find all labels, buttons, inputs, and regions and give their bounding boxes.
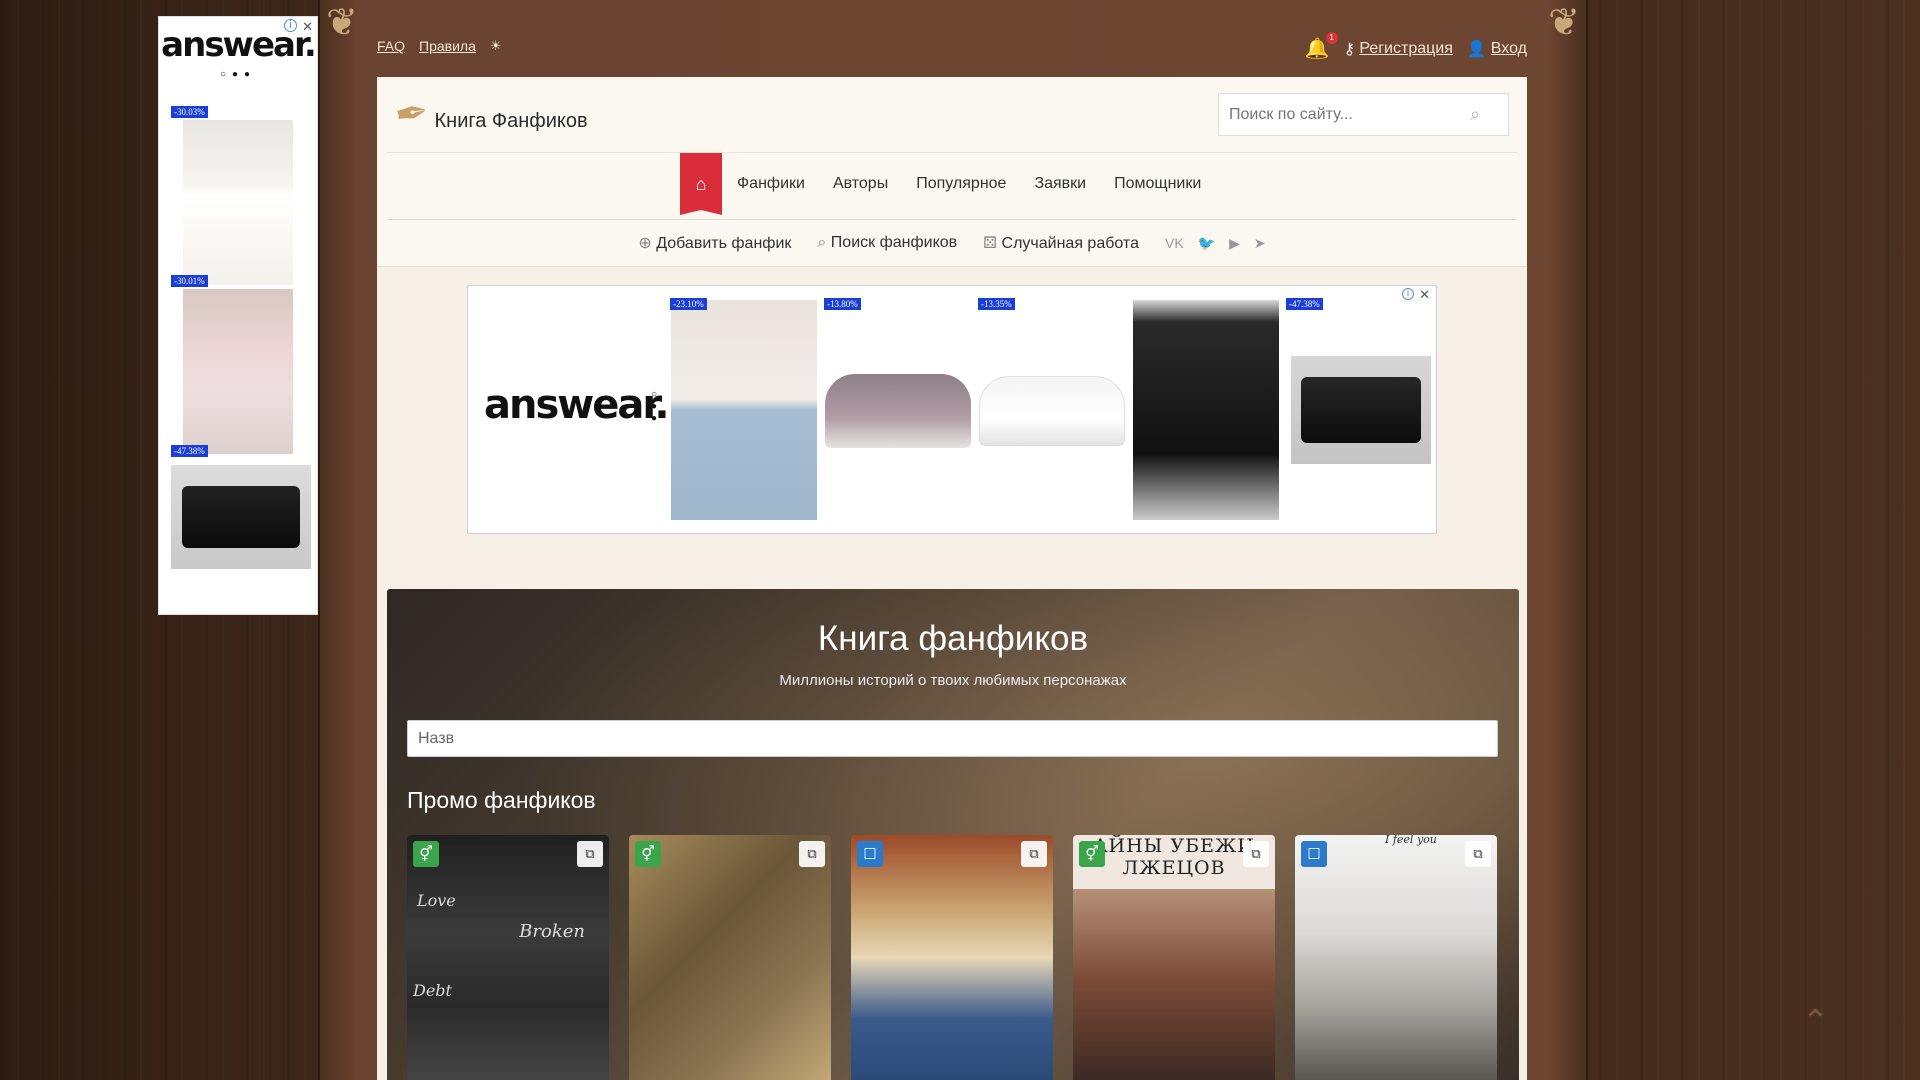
cover-text: Love: [417, 891, 456, 910]
copy-icon[interactable]: ⧉: [799, 841, 825, 867]
banner-ad[interactable]: i ✕ answear. ○ ● ● -23.10% -13.80% -13.35%…: [467, 285, 1437, 534]
side-ad-banner[interactable]: answear. ○●● i ✕ -30.03% -30.01% -47.38%: [158, 16, 318, 615]
ad-discount: -47.38%: [171, 445, 208, 457]
vk-icon[interactable]: VK: [1165, 235, 1184, 252]
cover-text: Broken: [519, 921, 585, 942]
top-bar: FAQ Правила ☀ 🔔 1 ⚷ Регистрация 👤 Вход: [377, 32, 1527, 61]
copy-icon[interactable]: ⧉: [1465, 841, 1491, 867]
add-fanfic-label: Добавить фанфик: [656, 235, 792, 252]
cover-text: Debt: [413, 981, 452, 1000]
ad-product-white-sneaker[interactable]: -13.35%: [978, 298, 1125, 520]
home-icon: ⌂: [695, 173, 707, 194]
content-area: ✒ Книга Фанфиков ⌕ ⌂ Фанфики Авторы Попу…: [377, 77, 1527, 1080]
home-button[interactable]: ⌂: [680, 153, 722, 215]
plus-circle-icon: ⊕: [638, 235, 652, 252]
nav-item-requests[interactable]: Заявки: [1034, 175, 1086, 193]
cover-text: I feel you: [1385, 835, 1437, 846]
site-logo[interactable]: ✒ Книга Фанфиков: [391, 89, 588, 138]
promo-cards: ⚥ ⧉ Love Broken Debt ⚥ ⧉ ☐ ⧉ АЙНЫ УБЕЖИ …: [407, 835, 1497, 1080]
direction-badge-icon: ☐: [857, 841, 883, 867]
site-search-input[interactable]: [1219, 105, 1464, 124]
quill-icon: ✒: [391, 89, 433, 139]
fandom-search-input[interactable]: [407, 720, 1498, 757]
social-links: VK 🐦 ▶ ➤: [1165, 235, 1266, 252]
random-work-link[interactable]: ⚄ Случайная работа: [983, 233, 1139, 253]
register-link[interactable]: Регистрация: [1359, 40, 1453, 58]
theme-toggle-icon[interactable]: ☀: [490, 38, 502, 54]
promo-card[interactable]: ⚥ ⧉ Love Broken Debt: [407, 835, 609, 1080]
ad-brand-logo: answear.: [484, 382, 670, 428]
login-link-wrap[interactable]: 👤 Вход: [1467, 39, 1527, 59]
ad-product-shirt[interactable]: -30.03%: [171, 102, 293, 285]
direction-badge-icon: ☐: [1301, 841, 1327, 867]
nav-item-popular[interactable]: Популярное: [916, 175, 1006, 193]
notifications-count: 1: [1325, 32, 1338, 44]
nav-item-authors[interactable]: Авторы: [833, 175, 888, 193]
dice-icon: ⚄: [983, 235, 998, 252]
site-search: ⌕: [1218, 93, 1509, 136]
ad-discount: -13.35%: [978, 298, 1015, 310]
ad-discount: -30.03%: [171, 106, 208, 118]
direction-badge-icon: ⚥: [635, 841, 661, 867]
ad-product-image: [183, 120, 293, 285]
hero-section: Книга фанфиков Миллионы историй о твоих …: [387, 589, 1519, 1080]
notifications-bell-icon[interactable]: 🔔 1: [1305, 32, 1338, 61]
hero-title: Книга фанфиков: [817, 619, 1089, 658]
search-fanfics-label: Поиск фанфиков: [830, 234, 958, 251]
add-fanfic-link[interactable]: ⊕ Добавить фанфик: [638, 233, 791, 253]
ad-product-dress[interactable]: [1133, 300, 1279, 520]
direction-badge-icon: ⚥: [413, 841, 439, 867]
promo-card[interactable]: ⚥ ⧉: [629, 835, 831, 1080]
copy-icon[interactable]: ⧉: [1243, 841, 1269, 867]
rules-link[interactable]: Правила: [419, 38, 476, 54]
hero-tagline: Миллионы историй о твоих любимых персона…: [779, 672, 1127, 689]
ad-product-image: [171, 465, 311, 569]
search-fanfics-link[interactable]: ⌕ Поиск фанфиков: [817, 234, 957, 252]
search-icon[interactable]: ⌕: [1470, 104, 1480, 125]
register-link-wrap[interactable]: ⚷ Регистрация: [1344, 39, 1453, 59]
promo-card[interactable]: АЙНЫ УБЕЖИ ЛЖЕЦОВ ⚥ ⧉: [1073, 835, 1275, 1080]
ad-close-icon[interactable]: ✕: [302, 19, 313, 35]
ad-product-blouse[interactable]: -23.10%: [670, 298, 817, 520]
nav-item-helpers[interactable]: Помощники: [1114, 175, 1201, 193]
ad-carousel-dots[interactable]: ○●●: [651, 389, 657, 425]
faq-link[interactable]: FAQ: [377, 38, 405, 54]
ad-discount: -13.80%: [824, 298, 861, 310]
ad-product-bag[interactable]: -47.38%: [1286, 298, 1433, 520]
ad-discount: -23.10%: [670, 298, 707, 310]
site-header: ✒ Книга Фанфиков ⌕ ⌂ Фанфики Авторы Попу…: [377, 77, 1527, 267]
ad-info-icon[interactable]: i: [284, 19, 297, 32]
copy-icon[interactable]: ⧉: [1021, 841, 1047, 867]
ad-product-sneaker[interactable]: -13.80%: [824, 298, 971, 520]
ad-product-jacket[interactable]: -30.01%: [171, 271, 293, 454]
scroll-to-top-icon[interactable]: ⌃: [1802, 1002, 1829, 1040]
site-title: Книга Фанфиков: [434, 109, 588, 132]
direction-badge-icon: ⚥: [1079, 841, 1105, 867]
sub-nav: ⊕ Добавить фанфик ⌕ Поиск фанфиков ⚄ Слу…: [377, 220, 1527, 267]
magnifier-icon: ⌕: [817, 234, 827, 251]
ad-product-image: [183, 289, 293, 454]
promo-card[interactable]: ☐ ⧉: [851, 835, 1053, 1080]
promo-card[interactable]: I feel you ☐ ⧉: [1295, 835, 1497, 1080]
ad-discount: -47.38%: [1286, 298, 1323, 310]
user-icon: 👤: [1466, 40, 1487, 58]
ad-info-icon[interactable]: i: [1402, 288, 1414, 300]
ad-discount: -30.01%: [171, 275, 208, 287]
nav-item-fanfics[interactable]: Фанфики: [737, 175, 805, 193]
twitter-icon[interactable]: 🐦: [1198, 235, 1215, 252]
copy-icon[interactable]: ⧉: [577, 841, 603, 867]
main-nav: ⌂ Фанфики Авторы Популярное Заявки Помощ…: [387, 152, 1517, 220]
login-link[interactable]: Вход: [1491, 40, 1527, 58]
ornament-right-icon: ❦: [1548, 2, 1580, 44]
telegram-icon[interactable]: ➤: [1254, 235, 1266, 252]
ad-carousel-dots[interactable]: ○●●: [159, 69, 317, 80]
youtube-icon[interactable]: ▶: [1229, 235, 1240, 252]
ad-product-bag[interactable]: -47.38%: [171, 441, 311, 569]
random-work-label: Случайная работа: [1001, 235, 1139, 252]
promo-title: Промо фанфиков: [407, 787, 596, 813]
key-icon: ⚷: [1343, 40, 1356, 58]
